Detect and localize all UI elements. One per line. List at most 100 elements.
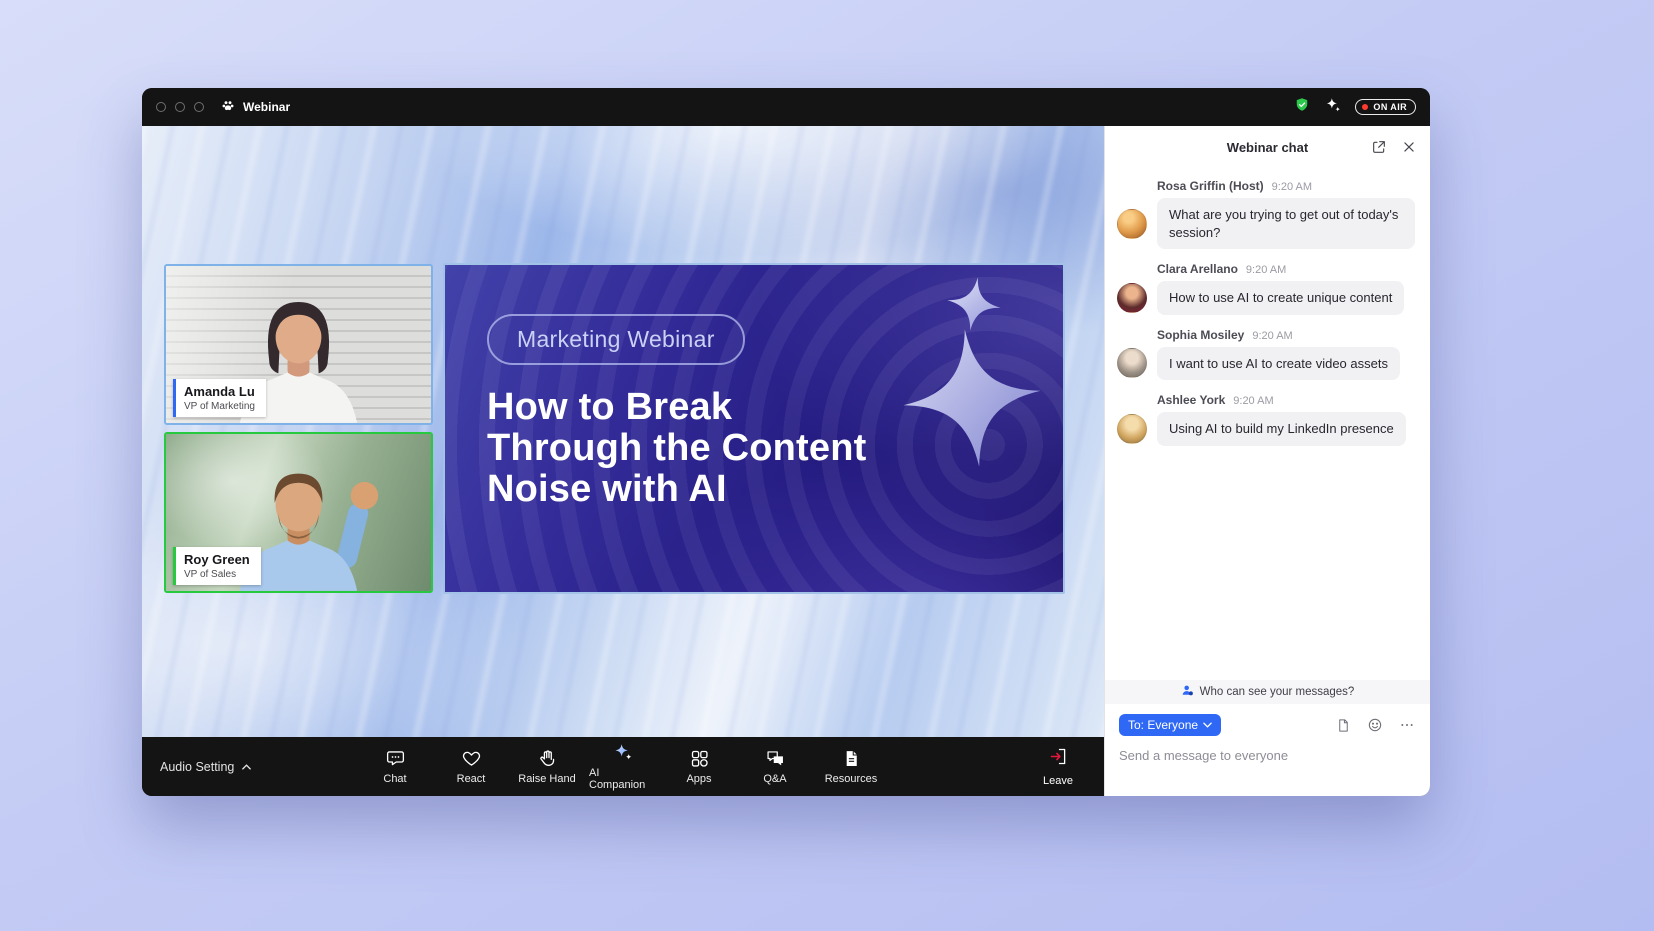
recipient-selector[interactable]: To: Everyone [1119,714,1221,736]
more-options-icon[interactable] [1398,716,1416,734]
qa-button[interactable]: Q&A [741,740,809,794]
resources-button[interactable]: Resources [817,740,885,794]
titlebar: Webinar ON AIR [142,88,1430,126]
privacy-note: Who can see your messages? [1200,686,1355,698]
emoji-icon[interactable] [1366,716,1384,734]
chat-header: Webinar chat [1105,126,1430,168]
slide-badge: Marketing Webinar [487,314,745,365]
avatar [1117,414,1147,444]
maximize-window-button[interactable] [194,102,204,112]
chevron-up-icon [241,760,252,774]
toolbar-button-label: AI Companion [589,767,657,791]
leave-button[interactable]: Leave [1030,746,1086,787]
close-window-button[interactable] [156,102,166,112]
popout-icon[interactable] [1370,138,1388,156]
titlebar-right: ON AIR [1293,96,1416,119]
react-button[interactable]: React [437,740,505,794]
webinar-paw-icon [220,98,236,117]
decorative-star-icon [896,322,1048,474]
toolbar-button-label: Resources [825,773,878,785]
message-timestamp: 9:20 AM [1246,264,1286,276]
minimize-window-button[interactable] [175,102,185,112]
chat-icon [385,748,406,768]
heart-icon [461,748,482,768]
video-tile-roy[interactable]: Roy Green VP of Sales [164,432,433,593]
participant-name: Roy Green [184,552,250,567]
message-timestamp: 9:20 AM [1233,395,1273,407]
document-icon [841,748,862,768]
avatar [1117,283,1147,313]
toolbar-button-label: Q&A [763,773,786,785]
chat-header-icons [1370,138,1418,156]
video-tile-amanda[interactable]: Amanda Lu VP of Marketing [164,264,433,425]
amanda-nametag: Amanda Lu VP of Marketing [173,379,266,417]
participant-name: Amanda Lu [184,384,255,399]
message-timestamp: 9:20 AM [1252,330,1292,342]
slide-title: How to Break Through the Content Noise w… [487,387,867,510]
message-author: Clara Arellano [1157,262,1238,276]
main-column: Amanda Lu VP of Marketing [142,126,1104,796]
toolbar-button-label: React [457,773,486,785]
message-bubble: Using AI to build my LinkedIn presence [1157,412,1406,446]
message-author: Ashlee York [1157,393,1225,407]
roy-nametag: Roy Green VP of Sales [173,547,261,585]
participant-role: VP of Marketing [184,401,255,412]
ai-companion-sparkle-icon [612,742,634,762]
apps-grid-icon [689,748,710,768]
slide-title-line: How to Break [487,387,867,428]
on-air-label: ON AIR [1373,102,1407,112]
chevron-down-icon [1203,722,1212,728]
ai-sparkle-icon[interactable] [1324,96,1342,119]
audio-setting-button[interactable]: Audio Setting [160,760,252,774]
toolbar-center: Chat React Raise Hand [361,737,885,796]
chat-message: Ashlee York 9:20 AM Using AI to build my… [1105,384,1430,450]
leave-door-icon [1048,746,1069,770]
ai-companion-button[interactable]: AI Companion [589,740,657,794]
attach-file-icon[interactable] [1334,716,1352,734]
chat-composer: To: Everyone [1105,704,1430,796]
shared-slide: Marketing Webinar How to Break Through t… [443,263,1065,594]
toolbar-button-label: Apps [686,773,711,785]
chat-message: Sophia Mosiley 9:20 AM I want to use AI … [1105,319,1430,385]
toolbar-button-label: Chat [383,773,406,785]
chat-panel: Webinar chat Rosa Griffin (Host) [1104,126,1430,796]
meeting-toolbar: Audio Setting Chat [142,737,1104,796]
security-shield-icon[interactable] [1293,96,1311,119]
chat-panel-title: Webinar chat [1227,140,1308,155]
video-stage: Amanda Lu VP of Marketing [142,126,1104,737]
message-input[interactable] [1119,748,1416,763]
message-bubble: What are you trying to get out of today'… [1157,198,1415,249]
toolbar-button-label: Raise Hand [518,773,575,785]
participant-role: VP of Sales [184,569,250,580]
message-author: Sophia Mosiley [1157,328,1244,342]
webinar-window: Webinar ON AIR [142,88,1430,796]
desktop: Webinar ON AIR [0,0,1654,931]
chat-message: Clara Arellano 9:20 AM How to use AI to … [1105,253,1430,319]
slide-title-line: Through the Content [487,428,867,469]
close-chat-icon[interactable] [1400,138,1418,156]
message-privacy-row[interactable]: Who can see your messages? [1105,680,1430,704]
audio-setting-label: Audio Setting [160,760,234,774]
window-title: Webinar [243,100,290,114]
window-title-group: Webinar [220,98,290,117]
message-bubble: How to use AI to create unique content [1157,281,1404,315]
qa-bubbles-icon [765,748,786,768]
message-bubble: I want to use AI to create video assets [1157,347,1400,381]
raised-hand-icon [537,748,558,768]
recipient-label: To: Everyone [1128,718,1198,732]
avatar [1117,209,1147,239]
on-air-badge: ON AIR [1355,99,1416,115]
avatar [1117,348,1147,378]
chat-message-list[interactable]: Rosa Griffin (Host) 9:20 AM What are you… [1105,168,1430,680]
traffic-lights [156,102,204,112]
window-body: Amanda Lu VP of Marketing [142,126,1430,796]
leave-label: Leave [1043,775,1073,787]
chat-message: Rosa Griffin (Host) 9:20 AM What are you… [1105,170,1430,253]
apps-button[interactable]: Apps [665,740,733,794]
message-author: Rosa Griffin (Host) [1157,179,1264,193]
raise-hand-button[interactable]: Raise Hand [513,740,581,794]
message-timestamp: 9:20 AM [1272,181,1312,193]
chat-button[interactable]: Chat [361,740,429,794]
on-air-dot-icon [1362,104,1368,110]
slide-title-line: Noise with AI [487,469,867,510]
